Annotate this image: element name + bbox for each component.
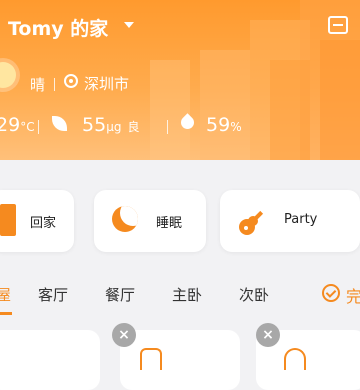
temperature-unit: °C [20, 120, 35, 134]
home-header: Tomy 的家 晴 深圳市 29°C 55μg 良 59% [0, 0, 360, 160]
active-tab-indicator [0, 312, 12, 315]
scene-card-home[interactable]: 回家 [0, 190, 74, 252]
divider [38, 120, 39, 134]
pm25-unit: μg [106, 120, 122, 134]
city-name: 深圳市 [84, 75, 130, 93]
tab-whole-house[interactable]: 屋 [0, 284, 11, 305]
scene-card-party[interactable]: Party [220, 190, 360, 252]
guitar-icon [239, 210, 264, 235]
divider [167, 120, 168, 134]
divider [54, 78, 55, 91]
scene-label: Party [284, 212, 318, 227]
message-icon[interactable] [328, 16, 348, 34]
temperature-readout: 29°C [0, 114, 35, 136]
device-icon [284, 348, 306, 370]
chevron-down-icon[interactable] [124, 22, 134, 28]
tab-living-room[interactable]: 客厅 [38, 284, 68, 305]
device-icon [140, 348, 162, 370]
humidity-unit: % [230, 120, 242, 134]
humidity-readout: 59% [206, 114, 242, 136]
pm25-readout: 55μg 良 [82, 114, 140, 136]
moon-icon [112, 206, 138, 232]
tab-master-bedroom[interactable]: 主卧 [172, 284, 202, 305]
tab-second-bedroom[interactable]: 次卧 [239, 284, 269, 305]
scene-card-sleep[interactable]: 睡眠 [94, 190, 206, 252]
scene-label: 睡眠 [156, 216, 183, 231]
device-card[interactable] [120, 330, 240, 390]
scene-label: 回家 [30, 216, 57, 231]
location-icon [64, 74, 78, 88]
weather-text: 晴 [30, 76, 46, 94]
close-icon[interactable]: × [112, 323, 136, 347]
home-icon [0, 204, 16, 236]
check-circle-icon[interactable] [322, 284, 340, 302]
pm25-value: 55 [82, 114, 107, 136]
device-card[interactable] [0, 330, 100, 390]
tab-dining-room[interactable]: 餐厅 [105, 284, 135, 305]
complete-button[interactable]: 完 [346, 283, 360, 307]
temperature-value: 29 [0, 114, 21, 136]
air-quality-label: 良 [127, 120, 140, 134]
home-title[interactable]: Tomy 的家 [8, 14, 108, 41]
close-icon[interactable]: × [256, 323, 280, 347]
humidity-value: 59 [206, 114, 231, 136]
room-tabs: 屋 客厅 餐厅 主卧 次卧 [0, 284, 360, 308]
